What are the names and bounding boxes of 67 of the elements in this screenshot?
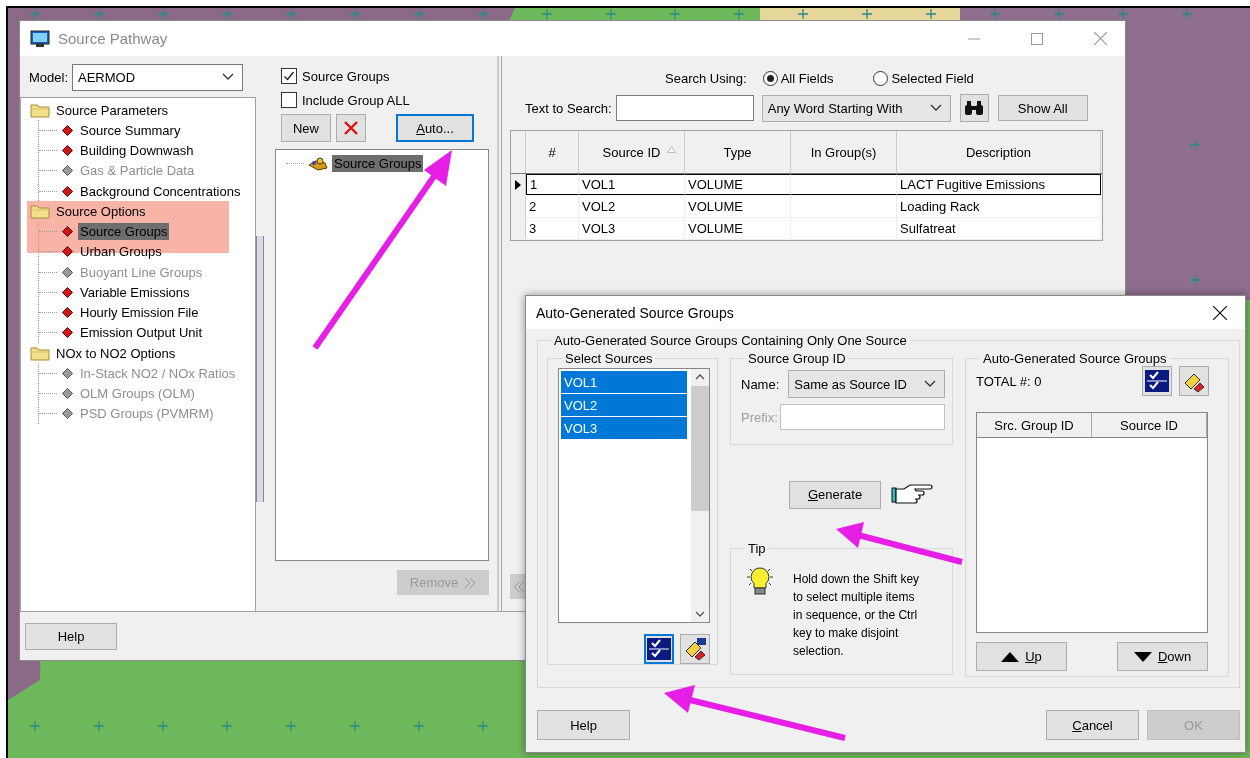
tip-text: Hold down the Shift key to select multiple items in sequence, or the Ctrl key to make disjoint selection. — [793, 571, 921, 660]
column-header[interactable]: Src. Group ID — [977, 413, 1092, 437]
tree-item[interactable]: Source Options — [54, 202, 148, 220]
tree-item[interactable]: Emission Output Unit — [78, 324, 205, 342]
tree-item[interactable]: Building Downwash — [78, 142, 196, 160]
list-item[interactable]: VOL3 — [561, 417, 687, 439]
tree-item[interactable]: Background Concentrations — [78, 182, 243, 200]
auto-button[interactable]: Auto... — [396, 114, 474, 142]
column-header[interactable]: Type — [685, 131, 791, 173]
group-title: Auto-Generated Source Groups — [982, 351, 1168, 366]
table-cell: Sulfatreat — [897, 218, 1101, 239]
tree-item[interactable]: Source Summary — [78, 121, 183, 139]
column-header[interactable]: In Group(s) — [791, 131, 897, 173]
up-button[interactable]: Up — [976, 642, 1067, 671]
total-count: TOTAL #: 0 — [976, 373, 1042, 389]
down-button[interactable]: Down — [1117, 642, 1208, 671]
prefix-label: Prefix: — [741, 409, 779, 425]
model-dropdown[interactable]: AERMOD — [72, 63, 244, 91]
table-cell: 2 — [526, 196, 579, 217]
group-title: Tip — [747, 541, 767, 556]
window-title: Source Pathway — [58, 30, 168, 47]
group-title: Select Sources — [564, 351, 654, 366]
group-title: Source Group ID — [747, 351, 847, 366]
checkbox-label: Include Group ALL — [302, 92, 410, 108]
show-all-button[interactable]: Show All — [997, 95, 1088, 121]
name-dropdown[interactable]: Same as Source ID — [788, 370, 945, 398]
table-cell: VOLUME — [685, 174, 791, 195]
tree-item[interactable]: NOx to NO2 Options — [54, 344, 178, 362]
tree-item[interactable]: Source Groups — [332, 154, 424, 172]
tree-item[interactable]: Source Groups — [78, 223, 170, 241]
table-cell: Loading Rack — [897, 196, 1101, 217]
list-item[interactable]: VOL1 — [561, 371, 687, 393]
column-header[interactable]: Source ID — [579, 131, 685, 173]
dialog-title: Auto-Generated Source Groups — [536, 304, 734, 321]
table-cell: VOL1 — [579, 174, 685, 195]
table-cell: 3 — [526, 218, 579, 239]
checkbox-label: Source Groups — [302, 68, 390, 84]
table-cell: 1 — [526, 174, 579, 195]
radio-label: All Fields — [780, 70, 834, 86]
tree-item[interactable]: Urban Groups — [78, 243, 164, 261]
table-cell: VOL3 — [579, 218, 685, 239]
search-label: Search Using: — [665, 70, 747, 86]
match-mode-dropdown[interactable]: Any Word Starting With — [761, 94, 951, 122]
dialog-button[interactable]: Help — [537, 710, 630, 740]
list-item[interactable]: VOL2 — [561, 394, 687, 416]
group-title: Auto-Generated Source Groups Containing Only One Source — [553, 333, 908, 348]
name-label: Name: — [741, 376, 781, 392]
table-row[interactable]: 1 VOL1 VOLUME LACT Fugitive Emissions — [511, 174, 1102, 196]
column-header[interactable]: # — [526, 131, 579, 173]
table-cell: VOL2 — [579, 196, 685, 217]
column-header[interactable]: Description — [897, 131, 1101, 173]
help-button[interactable]: Help — [25, 622, 117, 650]
tree-item[interactable]: Variable Emissions — [78, 283, 192, 301]
search-label: Text to Search: — [525, 100, 612, 116]
dialog-button[interactable]: Cancel — [1046, 710, 1139, 740]
table-row[interactable]: 2 VOL2 VOLUME Loading Rack — [511, 196, 1102, 218]
table-row[interactable]: 3 VOL3 VOLUME Sulfatreat — [511, 218, 1102, 240]
radio-label: Selected Field — [891, 70, 974, 86]
column-header[interactable]: Source ID — [1092, 413, 1207, 437]
generate-button[interactable]: Generate — [789, 480, 881, 509]
new-button[interactable]: New — [281, 114, 331, 142]
table-cell: VOLUME — [685, 196, 791, 217]
tree-item[interactable]: Source Parameters — [54, 101, 170, 119]
table-cell: LACT Fugitive Emissions — [897, 174, 1101, 195]
model-label: Model: — [29, 69, 69, 85]
tree-item[interactable]: Hourly Emission File — [78, 304, 201, 322]
table-cell: VOLUME — [685, 218, 791, 239]
